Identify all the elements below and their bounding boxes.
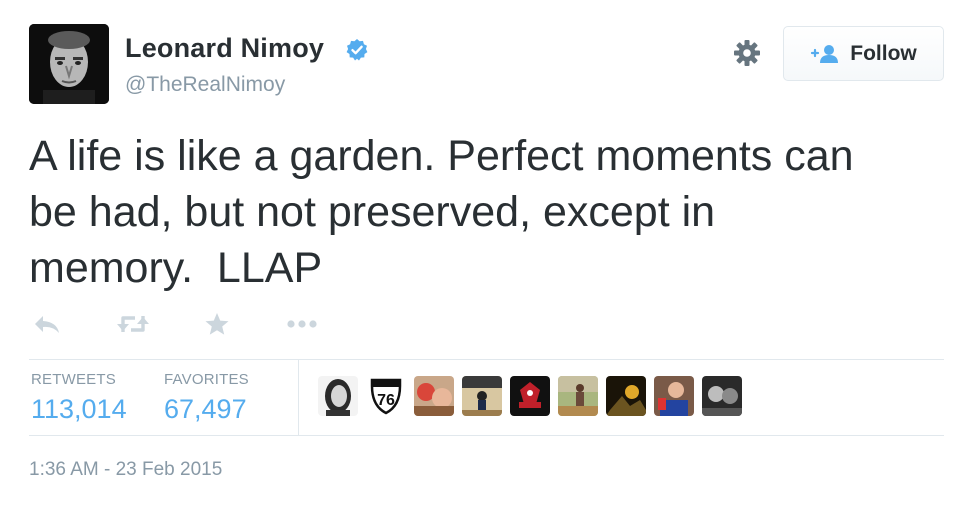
- stats-separator: [298, 360, 299, 435]
- follow-button[interactable]: Follow: [783, 26, 944, 81]
- display-name[interactable]: Leonard Nimoy: [125, 33, 324, 64]
- favoriter-avatar-2[interactable]: 76: [366, 376, 406, 416]
- gear-icon[interactable]: [733, 39, 761, 67]
- retweets-label: RETWEETS: [31, 371, 116, 388]
- favoriter-avatar-8[interactable]: [654, 376, 694, 416]
- reply-icon[interactable]: [32, 312, 62, 336]
- stats-bottom-divider: [29, 435, 944, 436]
- favoriter-avatar-3[interactable]: [414, 376, 454, 416]
- favoriter-avatar-7[interactable]: [606, 376, 646, 416]
- verified-badge-icon: [346, 39, 368, 61]
- favoriter-avatar-1[interactable]: [318, 376, 358, 416]
- stats-top-divider: [29, 359, 944, 360]
- retweet-icon[interactable]: [116, 312, 150, 336]
- user-handle[interactable]: @TheRealNimoy: [125, 73, 285, 97]
- follow-label: Follow: [850, 41, 917, 65]
- badge-76-text: 76: [377, 392, 395, 409]
- favoriter-avatar-4[interactable]: [462, 376, 502, 416]
- favoriter-avatar-9[interactable]: [702, 376, 742, 416]
- favoriter-avatar-6[interactable]: [558, 376, 598, 416]
- more-icon[interactable]: [286, 319, 318, 329]
- follow-person-icon: [811, 44, 839, 63]
- profile-avatar[interactable]: [29, 24, 109, 104]
- tweet-timestamp[interactable]: 1:36 AM - 23 Feb 2015: [29, 459, 222, 481]
- favorite-icon[interactable]: [204, 312, 230, 336]
- tweet-text: A life is like a garden. Perfect moments…: [29, 132, 854, 292]
- favorites-label: FAVORITES: [164, 371, 249, 388]
- favorites-count[interactable]: 67,497: [164, 394, 247, 425]
- retweets-count[interactable]: 113,014: [31, 394, 127, 425]
- favoriter-avatar-5[interactable]: [510, 376, 550, 416]
